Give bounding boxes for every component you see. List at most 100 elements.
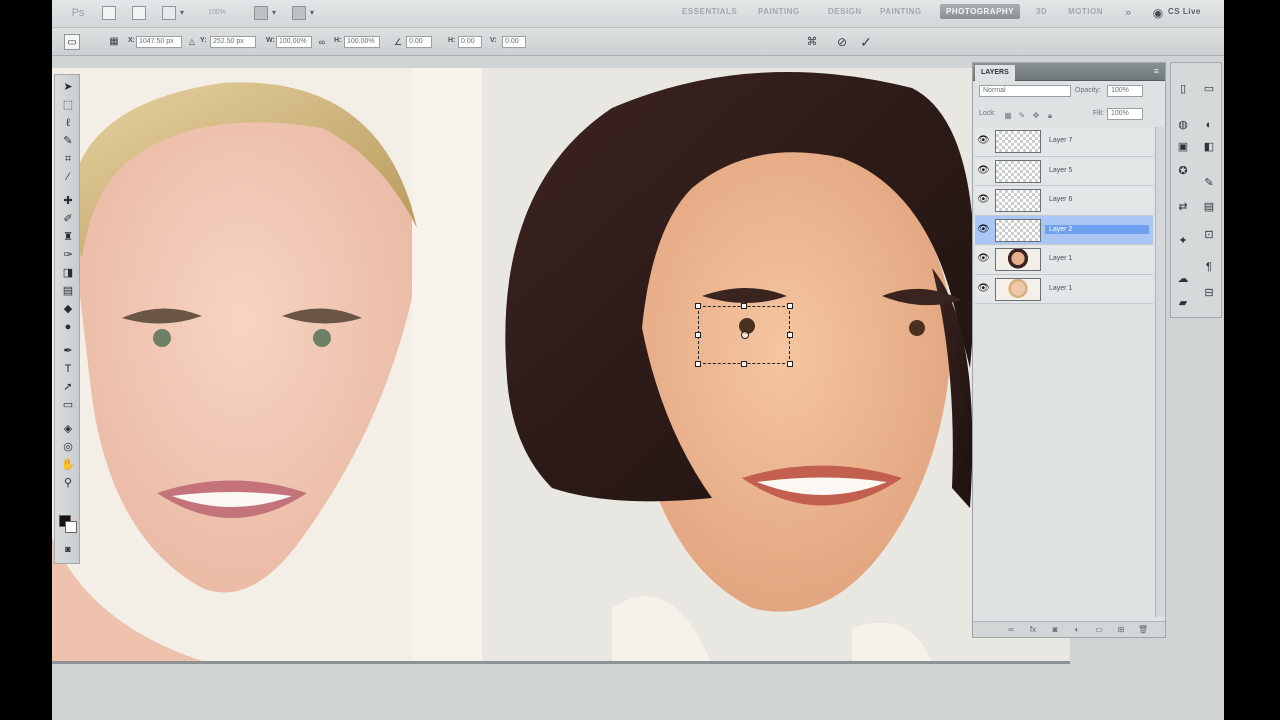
- layer-name[interactable]: Layer 5: [1045, 166, 1149, 175]
- opacity-field[interactable]: 100%: [1107, 85, 1143, 97]
- layer-row[interactable]: 👁︎ Layer 5: [975, 156, 1153, 186]
- brush-tool-icon[interactable]: ✐: [60, 211, 76, 227]
- view-extras-icon[interactable]: [162, 6, 176, 20]
- workspace-3d[interactable]: 3D: [1036, 7, 1047, 16]
- path-select-tool-icon[interactable]: ➚: [60, 379, 76, 395]
- chevron-down-icon[interactable]: ▾: [310, 8, 314, 17]
- transform-handle-top-right[interactable]: [787, 303, 793, 309]
- styles-panel-icon[interactable]: ▣: [1175, 139, 1191, 155]
- type-tool-icon[interactable]: T: [60, 361, 76, 377]
- bridge-icon[interactable]: [102, 6, 116, 20]
- eye-icon[interactable]: 👁︎: [977, 165, 990, 176]
- more-workspaces-icon[interactable]: »: [1120, 6, 1136, 20]
- tab-layers[interactable]: LAYERS: [975, 65, 1015, 81]
- workspace-essentials[interactable]: ESSENTIALS: [682, 7, 737, 16]
- histogram-panel-icon[interactable]: ▭: [1201, 81, 1217, 97]
- transform-bounding-box[interactable]: [695, 303, 793, 367]
- eye-icon[interactable]: 👁︎: [977, 224, 990, 235]
- paths-panel-icon[interactable]: ⊟: [1201, 285, 1217, 301]
- masks-panel-icon[interactable]: ◐: [1201, 117, 1217, 133]
- layer-name[interactable]: Layer 1: [1045, 254, 1149, 263]
- blend-mode-select[interactable]: Normal: [979, 85, 1071, 97]
- eyedropper-tool-icon[interactable]: ⁄: [60, 169, 76, 185]
- y-position-field[interactable]: 252.50 px: [210, 36, 256, 48]
- layer-comps-panel-icon[interactable]: ▰: [1175, 295, 1191, 311]
- hand-tool-icon[interactable]: ✋: [60, 457, 76, 473]
- layer-name[interactable]: Layer 2: [1045, 224, 1149, 234]
- background-color-swatch[interactable]: [65, 521, 77, 533]
- document-canvas[interactable]: [52, 68, 1070, 664]
- layer-row[interactable]: 👁︎ Layer 6: [975, 186, 1153, 216]
- mini-bridge-icon[interactable]: [132, 6, 146, 20]
- cancel-transform-icon[interactable]: ⊘: [834, 34, 850, 50]
- eye-icon[interactable]: 👁︎: [977, 195, 990, 205]
- adjustments-panel-icon[interactable]: ◍: [1175, 117, 1191, 133]
- layer-row[interactable]: 👁︎ Layer 1: [975, 274, 1153, 304]
- info-panel-icon[interactable]: ▤: [1201, 199, 1217, 215]
- lasso-tool-icon[interactable]: ℓ: [60, 115, 76, 131]
- workspace-painting[interactable]: PAINTING: [758, 7, 800, 16]
- lock-transparent-icon[interactable]: ▦: [1003, 111, 1013, 121]
- 3d-rotate-tool-icon[interactable]: ◈: [60, 421, 76, 437]
- chevron-down-icon[interactable]: ▾: [272, 8, 276, 17]
- character-panel-icon[interactable]: ¶: [1201, 259, 1217, 275]
- eye-icon[interactable]: 👁︎: [977, 254, 990, 264]
- cs-live-label[interactable]: CS Live: [1168, 7, 1201, 16]
- transform-pivot[interactable]: [741, 331, 749, 339]
- gradient-tool-icon[interactable]: ▤: [60, 283, 76, 299]
- channels-panel-icon[interactable]: ☁: [1175, 271, 1191, 287]
- quick-mask-icon[interactable]: ◙: [60, 541, 76, 557]
- link-icon[interactable]: ∞: [314, 34, 330, 50]
- layer-name[interactable]: Layer 1: [1045, 284, 1149, 293]
- shape-tool-icon[interactable]: ▭: [60, 397, 76, 413]
- v-skew-field[interactable]: 0.00: [502, 36, 526, 48]
- h-skew-field[interactable]: 0.00: [458, 36, 482, 48]
- clone-source-panel-icon[interactable]: ⇄: [1175, 199, 1191, 215]
- warp-icon[interactable]: ⌘: [804, 34, 820, 50]
- transform-handle-left[interactable]: [695, 332, 701, 338]
- width-field[interactable]: 100.00%: [276, 36, 312, 48]
- add-mask-icon[interactable]: ◙: [1049, 624, 1061, 636]
- eye-icon[interactable]: 👁︎: [977, 136, 990, 146]
- adjustment-layer-icon[interactable]: ◐: [1071, 624, 1083, 636]
- arrange-documents-icon[interactable]: [254, 6, 268, 20]
- healing-brush-tool-icon[interactable]: ✚: [60, 193, 76, 209]
- cs-live-icon[interactable]: ◉: [1150, 6, 1166, 20]
- layer-style-icon[interactable]: fx: [1027, 624, 1039, 636]
- clone-stamp-tool-icon[interactable]: ♜: [60, 229, 76, 245]
- workspace-motion[interactable]: MOTION: [1068, 7, 1103, 16]
- lock-position-icon[interactable]: ✥: [1031, 111, 1041, 121]
- lock-image-icon[interactable]: ✎: [1017, 111, 1027, 121]
- new-group-icon[interactable]: ▭: [1093, 624, 1105, 636]
- lock-all-icon[interactable]: 🔒︎: [1045, 111, 1055, 121]
- move-tool-icon[interactable]: ➤: [60, 79, 76, 95]
- delete-layer-icon[interactable]: 🗑︎: [1137, 624, 1149, 636]
- panel-menu-icon[interactable]: ≡: [1154, 66, 1159, 76]
- relative-position-icon[interactable]: △: [184, 34, 200, 50]
- commit-transform-icon[interactable]: ✓: [858, 34, 874, 50]
- mini-bridge-panel-icon[interactable]: ▯: [1175, 81, 1191, 97]
- transform-handle-bottom[interactable]: [741, 361, 747, 367]
- workspace-design[interactable]: DESIGN: [828, 7, 862, 16]
- chevron-down-icon[interactable]: ▾: [180, 8, 184, 17]
- height-field[interactable]: 100.00%: [344, 36, 380, 48]
- layer-name[interactable]: Layer 7: [1045, 136, 1149, 145]
- x-position-field[interactable]: 1047.50 px: [136, 36, 182, 48]
- dodge-tool-icon[interactable]: ●: [60, 319, 76, 335]
- pen-tool-icon[interactable]: ✒: [60, 343, 76, 359]
- zoom-tool-icon[interactable]: ⚲: [60, 475, 76, 491]
- tool-preset-icon[interactable]: ▭: [64, 34, 80, 50]
- transform-handle-top-left[interactable]: [695, 303, 701, 309]
- transform-handle-bottom-left[interactable]: [695, 361, 701, 367]
- crop-tool-icon[interactable]: ⌗: [60, 151, 76, 167]
- actions-panel-icon[interactable]: ✦: [1175, 233, 1191, 249]
- history-panel-icon[interactable]: ⊡: [1201, 227, 1217, 243]
- history-brush-tool-icon[interactable]: ✑: [60, 247, 76, 263]
- layer-row[interactable]: 👁︎ Layer 1: [975, 245, 1153, 275]
- transform-handle-top[interactable]: [741, 303, 747, 309]
- zoom-level[interactable]: 100%: [202, 6, 232, 20]
- reference-point-icon[interactable]: ▦: [106, 34, 122, 50]
- fill-field[interactable]: 100%: [1107, 108, 1143, 120]
- layer-row[interactable]: 👁︎ Layer 7: [975, 127, 1153, 157]
- layers-scrollbar[interactable]: [1155, 127, 1164, 617]
